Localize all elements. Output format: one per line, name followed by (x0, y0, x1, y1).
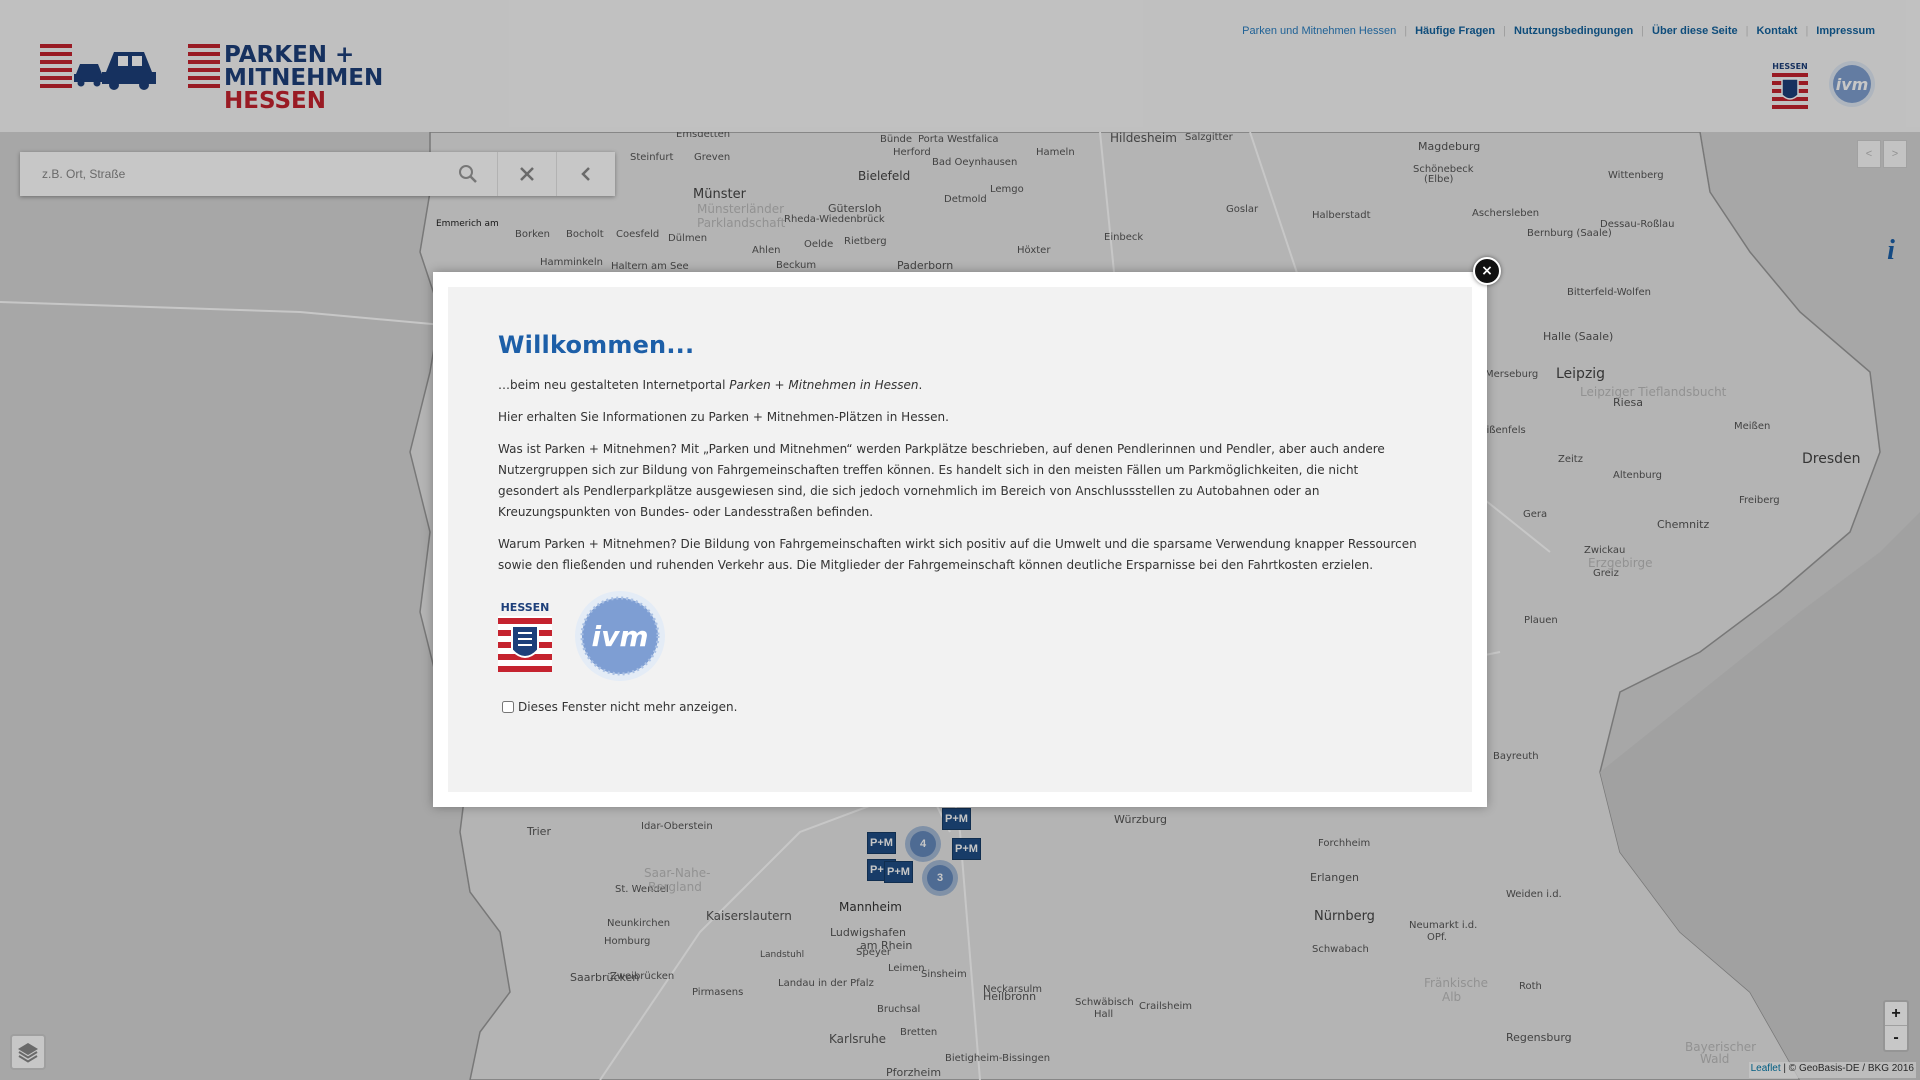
intro-prefix: …beim neu gestalteten Internetportal (498, 378, 730, 392)
intro-portal-name: Parken + Mitnehmen in Hessen (729, 378, 919, 392)
hessen-coat-of-arms-logo: HESSEN (498, 600, 552, 672)
modal-content: Willkommen... …beim neu gestalteten Inte… (448, 287, 1472, 792)
intro-suffix: . (918, 378, 923, 392)
modal-logos: HESSEN ivm (498, 590, 1422, 682)
welcome-modal: Willkommen... …beim neu gestalteten Inte… (433, 272, 1487, 807)
svg-text:HESSEN: HESSEN (501, 601, 550, 614)
app-root: PARKEN + MITNEHMEN HESSEN Parken und Mit… (0, 0, 1920, 1080)
ivm-text: ivm (591, 620, 648, 653)
dont-show-again-option[interactable]: Dieses Fenster nicht mehr anzeigen. (498, 700, 1422, 714)
modal-what-paragraph: Was ist Parken + Mitnehmen? Mit „Parken … (498, 442, 1385, 519)
dont-show-again-label: Dieses Fenster nicht mehr anzeigen. (518, 700, 738, 714)
close-modal-button[interactable]: × (1473, 257, 1501, 285)
dont-show-again-checkbox[interactable] (502, 701, 514, 713)
modal-intro: …beim neu gestalteten Internetportal Par… (498, 375, 1422, 396)
ivm-logo: ivm (574, 590, 666, 682)
modal-why-paragraph: Warum Parken + Mitnehmen? Die Bildung vo… (498, 537, 1417, 572)
modal-info-paragraph: Hier erhalten Sie Informationen zu Parke… (498, 410, 949, 424)
modal-title: Willkommen... (498, 331, 695, 359)
